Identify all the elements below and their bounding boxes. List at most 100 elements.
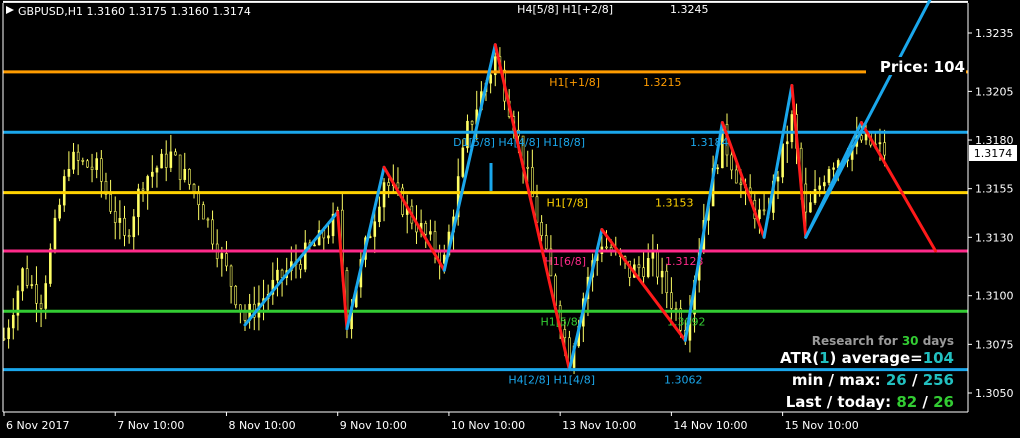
candle-body bbox=[67, 169, 71, 177]
last-value: 82 bbox=[896, 393, 917, 411]
candle-body bbox=[35, 284, 38, 304]
candle-body bbox=[429, 231, 432, 235]
candle-body bbox=[860, 135, 863, 141]
candle-body bbox=[146, 176, 149, 191]
candle-body bbox=[642, 267, 645, 277]
candle-body bbox=[734, 169, 738, 184]
candle-body bbox=[637, 264, 641, 269]
price-badge-label: Price: 104 bbox=[880, 58, 965, 76]
candle-body bbox=[433, 231, 437, 253]
murrey-level-value: 1.3245 bbox=[670, 3, 709, 16]
research-line: Research for 30 days bbox=[812, 334, 954, 348]
atr-value: 104 bbox=[923, 349, 954, 367]
x-tick-label: 14 Nov 10:00 bbox=[673, 419, 747, 432]
last-today-line: Last / today: 82 / 26 bbox=[786, 393, 954, 411]
candle-body bbox=[832, 167, 835, 170]
candle-body bbox=[781, 143, 784, 178]
candle-body bbox=[790, 114, 794, 143]
candle-body bbox=[674, 308, 678, 310]
candle-body bbox=[160, 153, 163, 169]
candle-body bbox=[201, 204, 205, 220]
candle-body bbox=[327, 235, 330, 239]
candle-body bbox=[206, 218, 210, 221]
candle-body bbox=[313, 244, 316, 247]
candle-body bbox=[544, 235, 548, 250]
candle-body bbox=[151, 171, 154, 177]
x-tick-label: 13 Nov 10:00 bbox=[562, 419, 636, 432]
candle-body bbox=[7, 327, 10, 340]
price-chart[interactable]: H4[5/8] H1[+2/8]1.3245H1[+1/8]1.3215D1[5… bbox=[0, 0, 1020, 438]
candle-body bbox=[72, 151, 75, 170]
candle-body bbox=[127, 235, 131, 238]
murrey-level-value: 1.3062 bbox=[664, 374, 703, 387]
y-tick-label: 1.3050 bbox=[975, 387, 1014, 400]
murrey-level-label: H1[+1/8] bbox=[549, 76, 600, 89]
candle-body bbox=[762, 209, 766, 212]
chart-title-group: GBPUSD,H1 1.3160 1.3175 1.3160 1.3174 bbox=[6, 5, 251, 18]
candle-body bbox=[489, 74, 492, 84]
candle-body bbox=[299, 264, 302, 270]
candle-body bbox=[81, 160, 85, 162]
y-tick-label: 1.3205 bbox=[975, 85, 1014, 98]
candle-body bbox=[378, 206, 381, 223]
candle-body bbox=[141, 188, 145, 191]
candle-body bbox=[646, 258, 650, 277]
candle-body bbox=[878, 142, 882, 145]
murrey-level-label: H1[7/8] bbox=[546, 197, 588, 210]
candle-body bbox=[39, 302, 43, 309]
candle-body bbox=[76, 151, 80, 161]
candle-body bbox=[758, 209, 761, 220]
x-tick-label: 7 Nov 10:00 bbox=[117, 419, 184, 432]
minmax-line: min / max: 26 / 256 bbox=[792, 371, 954, 389]
candle-body bbox=[25, 268, 29, 286]
candle-body bbox=[656, 249, 659, 278]
x-tick-label: 8 Nov 10:00 bbox=[228, 419, 295, 432]
atr-prefix: ATR( bbox=[780, 349, 819, 367]
murrey-level-label: H1[6/8] bbox=[544, 255, 586, 268]
x-tick-label: 6 Nov 2017 bbox=[6, 419, 69, 432]
today-value: 26 bbox=[933, 393, 954, 411]
candle-body bbox=[776, 176, 780, 182]
atr-middle: ) average= bbox=[830, 349, 923, 367]
candle-body bbox=[387, 182, 390, 186]
candle-body bbox=[86, 160, 89, 168]
candle-body bbox=[123, 217, 126, 236]
candle-body bbox=[53, 217, 57, 250]
candle-body bbox=[716, 167, 720, 170]
candle-body bbox=[303, 242, 307, 270]
murrey-level-label: H4[2/8] H1[4/8] bbox=[508, 374, 595, 387]
candle-body bbox=[62, 176, 66, 206]
candle-body bbox=[178, 154, 182, 180]
candle-body bbox=[118, 217, 122, 223]
candle-body bbox=[169, 151, 173, 168]
murrey-level-value: 1.3215 bbox=[643, 76, 682, 89]
y-tick-label: 1.3130 bbox=[975, 231, 1014, 244]
candle-body bbox=[211, 219, 214, 245]
candle-body bbox=[225, 253, 228, 267]
candle-body bbox=[670, 292, 673, 309]
candle-body bbox=[526, 166, 530, 169]
candle-body bbox=[280, 269, 284, 278]
candle-body bbox=[730, 154, 733, 171]
candle-body bbox=[174, 151, 177, 156]
candle-body bbox=[192, 183, 196, 192]
candle-body bbox=[243, 311, 247, 321]
candle-body bbox=[229, 265, 233, 287]
candle-body bbox=[665, 270, 669, 294]
candle-body bbox=[11, 314, 15, 329]
candle-body bbox=[109, 194, 112, 212]
murrey-level-value: 1.3153 bbox=[655, 197, 694, 210]
candle-body bbox=[540, 222, 543, 236]
candle-body bbox=[470, 120, 474, 125]
candle-body bbox=[461, 147, 465, 177]
candle-body bbox=[373, 221, 377, 237]
candle-body bbox=[95, 158, 98, 170]
candle-body bbox=[188, 168, 191, 185]
candle-body bbox=[823, 182, 826, 187]
candle-body bbox=[132, 216, 136, 238]
current-price-label: 1.3174 bbox=[974, 147, 1013, 160]
candle-body bbox=[44, 283, 48, 309]
candle-body bbox=[424, 223, 428, 235]
candle-body bbox=[785, 141, 789, 145]
x-tick-label: 9 Nov 10:00 bbox=[340, 419, 407, 432]
